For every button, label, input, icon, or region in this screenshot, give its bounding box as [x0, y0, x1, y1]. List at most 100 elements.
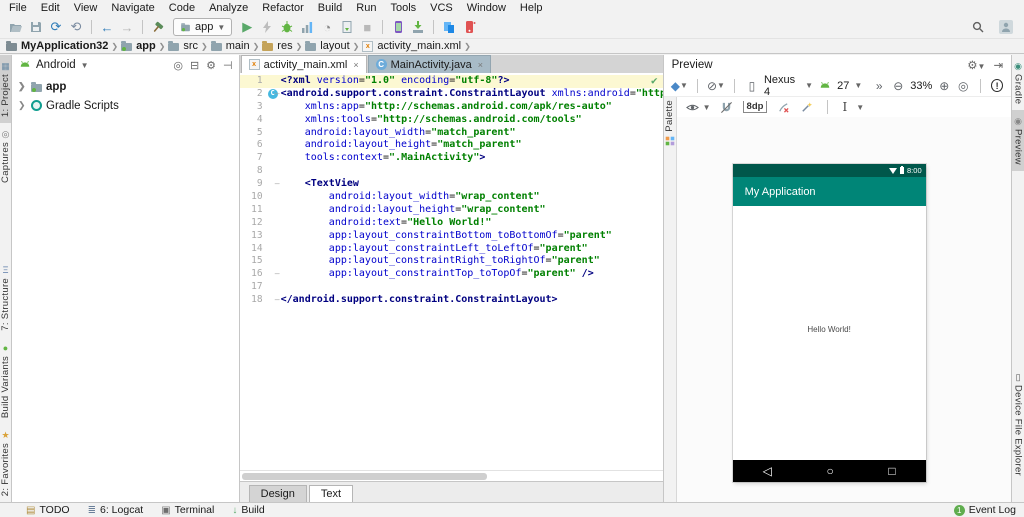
search-icon[interactable]: [968, 17, 988, 37]
breadcrumb-item-app[interactable]: app: [121, 40, 156, 52]
fold-marker[interactable]: –: [275, 268, 280, 281]
code-line-12[interactable]: 12 android:text="Hello World!": [240, 217, 663, 230]
view-options-eye-icon[interactable]: [686, 99, 700, 115]
tool-window-button-build-variants[interactable]: ●Build Variants: [0, 337, 11, 424]
logcat-icon[interactable]: [459, 17, 479, 37]
expand-chevron-icon[interactable]: ❯: [18, 81, 27, 92]
menu-edit[interactable]: Edit: [34, 1, 67, 15]
statusbar-build[interactable]: ↓Build: [232, 504, 264, 516]
editor-mode-tab-design[interactable]: Design: [249, 485, 307, 502]
close-icon[interactable]: ×: [478, 60, 483, 70]
tool-window-button-preview[interactable]: ◉Preview: [1012, 110, 1024, 171]
settings-gear-icon[interactable]: ⚙▼: [967, 58, 985, 72]
profiler-icon[interactable]: [297, 17, 317, 37]
code-line-16[interactable]: 16– app:layout_constraintTop_toTopOf="pa…: [240, 268, 663, 281]
menu-tools[interactable]: Tools: [383, 1, 423, 15]
fold-marker[interactable]: –: [275, 294, 280, 307]
inspection-status-icon[interactable]: ✔: [651, 74, 658, 87]
profile-icon[interactable]: ◔: [317, 17, 337, 37]
open-icon[interactable]: [6, 17, 26, 37]
sync-icon[interactable]: ⟳: [46, 17, 66, 37]
palette-tab[interactable]: Palette: [664, 100, 675, 132]
breadcrumb-item-activity_main.xml[interactable]: xactivity_main.xml: [362, 40, 461, 52]
zoom-in-button[interactable]: ⊕: [937, 78, 951, 94]
statusbar-6-logcat[interactable]: ≣6: Logcat: [88, 504, 144, 516]
tree-item-gradle-scripts[interactable]: ❯Gradle Scripts: [12, 96, 239, 115]
forward-icon[interactable]: →: [117, 17, 137, 37]
build-hammer-icon[interactable]: [148, 17, 168, 37]
device-preview[interactable]: 8:00 My Application Hello World! ◁ ○: [733, 164, 926, 482]
menu-analyze[interactable]: Analyze: [202, 1, 255, 15]
settings-gear-icon[interactable]: ⚙: [206, 59, 216, 72]
code-line-8[interactable]: 8: [240, 165, 663, 178]
default-margin-selector[interactable]: 8dp: [743, 101, 768, 113]
close-icon[interactable]: ×: [353, 60, 358, 70]
tool-window-button-2-favorites[interactable]: ★2: Favorites: [0, 424, 11, 502]
run-configuration-select[interactable]: app ▼: [173, 18, 232, 36]
zoom-fit-button[interactable]: ◎: [956, 78, 970, 94]
code-line-4[interactable]: 4 xmlns:tools="http://schemas.android.co…: [240, 114, 663, 127]
editor-mode-tab-text[interactable]: Text: [309, 485, 353, 502]
tool-window-button-gradle[interactable]: ◉Gradle: [1012, 55, 1024, 110]
code-line-15[interactable]: 15 app:layout_constraintRight_toRightOf=…: [240, 255, 663, 268]
editor-tab-mainactivity-java[interactable]: CMainActivity.java×: [368, 55, 491, 73]
menu-build[interactable]: Build: [311, 1, 349, 15]
project-view-selector[interactable]: Android: [36, 59, 76, 71]
infer-constraints-icon[interactable]: [799, 99, 813, 115]
menu-window[interactable]: Window: [460, 1, 513, 15]
tool-window-button-7-structure[interactable]: Ξ7: Structure: [0, 259, 11, 337]
menu-file[interactable]: File: [2, 1, 34, 15]
expand-chevron-icon[interactable]: ❯: [18, 100, 27, 111]
clear-constraints-icon[interactable]: [776, 99, 790, 115]
tool-window-button-1-project[interactable]: ▦1: Project: [0, 55, 11, 123]
event-log-button[interactable]: 1 Event Log: [954, 504, 1016, 516]
api-level-selector[interactable]: 27: [837, 80, 849, 92]
stop-icon[interactable]: ■: [357, 17, 377, 37]
breadcrumb-item-res[interactable]: res: [262, 40, 292, 52]
menu-refactor[interactable]: Refactor: [255, 1, 311, 15]
code-line-1[interactable]: 1<?xml version="1.0" encoding="utf-8"?>: [240, 75, 663, 88]
code-line-3[interactable]: 3 xmlns:app="http://schemas.android.com/…: [240, 101, 663, 114]
breadcrumb-item-myapplication32[interactable]: MyApplication32: [6, 40, 108, 52]
menu-navigate[interactable]: Navigate: [104, 1, 161, 15]
zoom-out-button[interactable]: ⊖: [891, 78, 905, 94]
code-line-18[interactable]: 18–</android.support.constraint.Constrai…: [240, 294, 663, 307]
hide-panel-icon[interactable]: ⇥: [993, 58, 1003, 72]
code-line-9[interactable]: 9– <TextView: [240, 178, 663, 191]
avatar-icon[interactable]: [996, 17, 1016, 37]
collapse-all-icon[interactable]: ⊟: [190, 59, 199, 72]
layers-variant-icon[interactable]: ◆▼: [672, 78, 687, 94]
locate-icon[interactable]: ◎: [173, 59, 183, 72]
code-editor[interactable]: ✔ 1<?xml version="1.0" encoding="utf-8"?…: [240, 73, 663, 470]
sdk-manager-icon[interactable]: [408, 17, 428, 37]
save-icon[interactable]: [26, 17, 46, 37]
menu-help[interactable]: Help: [513, 1, 550, 15]
render-errors-badge[interactable]: !: [991, 79, 1003, 92]
toolbar-overflow-icon[interactable]: »: [872, 78, 886, 94]
tool-window-button-device-file-explorer[interactable]: ▯Device File Explorer: [1012, 366, 1024, 482]
menu-view[interactable]: View: [67, 1, 105, 15]
hide-panel-icon[interactable]: ⊣: [223, 59, 233, 72]
avd-manager-icon[interactable]: [388, 17, 408, 37]
code-line-13[interactable]: 13 app:layout_constraintBottom_toBottomO…: [240, 230, 663, 243]
preview-canvas[interactable]: 8:00 My Application Hello World! ◁ ○: [677, 117, 1011, 502]
attach-debugger-icon[interactable]: [337, 17, 357, 37]
code-line-5[interactable]: 5 android:layout_width="match_parent": [240, 127, 663, 140]
text-cursor-icon[interactable]: I: [842, 100, 847, 114]
apply-changes-icon[interactable]: [257, 17, 277, 37]
statusbar-terminal[interactable]: ▣Terminal: [161, 504, 214, 516]
fold-marker[interactable]: –: [275, 178, 280, 191]
code-line-2[interactable]: 2C–<android.support.constraint.Constrain…: [240, 88, 663, 101]
breadcrumb-item-layout[interactable]: layout: [305, 40, 349, 52]
tool-window-button-captures[interactable]: ◎Captures: [0, 123, 11, 189]
breadcrumb-item-src[interactable]: src: [168, 40, 198, 52]
code-line-6[interactable]: 6 android:layout_height="match_parent": [240, 139, 663, 152]
menu-vcs[interactable]: VCS: [423, 1, 460, 15]
tree-item-app[interactable]: ❯app: [12, 77, 239, 96]
menu-code[interactable]: Code: [162, 1, 202, 15]
code-line-10[interactable]: 10 android:layout_width="wrap_content": [240, 191, 663, 204]
code-line-7[interactable]: 7 tools:context=".MainActivity">: [240, 152, 663, 165]
scrollbar-thumb[interactable]: [242, 473, 487, 480]
autoconnect-magnet-off-icon[interactable]: [720, 99, 734, 115]
code-line-17[interactable]: 17: [240, 281, 663, 294]
